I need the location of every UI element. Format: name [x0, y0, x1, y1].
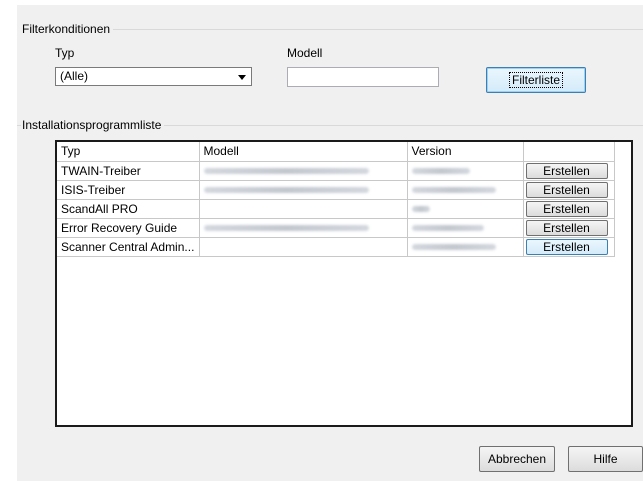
filter-list-button-label: Filterliste: [508, 72, 564, 88]
table-header-row: Typ Modell Version: [57, 142, 615, 162]
type-select[interactable]: (Alle): [55, 67, 252, 86]
row-action: Erstellen: [522, 160, 615, 181]
installer-dialog: Filterkonditionen Typ (Alle) Modell Filt…: [17, 5, 643, 481]
row-action: Erstellen: [522, 217, 615, 238]
row-type: TWAIN-Treiber: [57, 160, 200, 181]
create-button[interactable]: Erstellen: [525, 163, 608, 179]
row-model: [198, 198, 408, 219]
chevron-down-icon: [238, 75, 246, 80]
table-row[interactable]: Scanner Central Admin... Erstellen: [57, 236, 615, 257]
row-version-redacted: [406, 160, 524, 181]
help-button[interactable]: Hilfe: [568, 446, 643, 472]
row-version-redacted: [406, 217, 524, 238]
filter-group-title: Filterkonditionen: [21, 22, 114, 36]
create-button[interactable]: Erstellen: [525, 239, 608, 255]
table-row[interactable]: ScandAll PRO Erstellen: [57, 198, 615, 219]
table-row[interactable]: TWAIN-Treiber Erstellen: [57, 160, 615, 181]
row-version-redacted: [406, 236, 524, 257]
column-header-action: [522, 142, 615, 162]
model-input[interactable]: [287, 67, 439, 87]
column-header-version: Version: [406, 142, 524, 162]
model-label: Modell: [287, 46, 323, 60]
row-type: Error Recovery Guide: [57, 217, 200, 238]
row-action: Erstellen: [522, 198, 615, 219]
installer-list-group-title: Installationsprogrammliste: [21, 118, 165, 132]
type-select-value: (Alle): [60, 69, 89, 83]
filter-list-button[interactable]: Filterliste: [486, 67, 586, 93]
table-row[interactable]: ISIS-Treiber Erstellen: [57, 179, 615, 200]
table-row[interactable]: Error Recovery Guide Erstellen: [57, 217, 615, 238]
cancel-button[interactable]: Abbrechen: [479, 446, 555, 472]
row-version-redacted: [406, 198, 524, 219]
row-model-redacted: [198, 217, 408, 238]
create-button[interactable]: Erstellen: [525, 182, 608, 198]
row-action: Erstellen: [522, 236, 615, 257]
create-button[interactable]: Erstellen: [525, 201, 608, 217]
row-model-redacted: [198, 160, 408, 181]
row-type: Scanner Central Admin...: [57, 236, 200, 257]
row-version-redacted: [406, 179, 524, 200]
column-header-type: Typ: [57, 142, 200, 162]
row-action: Erstellen: [522, 179, 615, 200]
installer-table: Typ Modell Version TWAIN-Treiber Erstell…: [55, 140, 633, 427]
type-label: Typ: [55, 46, 75, 60]
row-model-redacted: [198, 179, 408, 200]
row-type: ScandAll PRO: [57, 198, 200, 219]
create-button[interactable]: Erstellen: [525, 220, 608, 236]
row-type: ISIS-Treiber: [57, 179, 200, 200]
column-header-model: Modell: [198, 142, 408, 162]
row-model: [198, 236, 408, 257]
